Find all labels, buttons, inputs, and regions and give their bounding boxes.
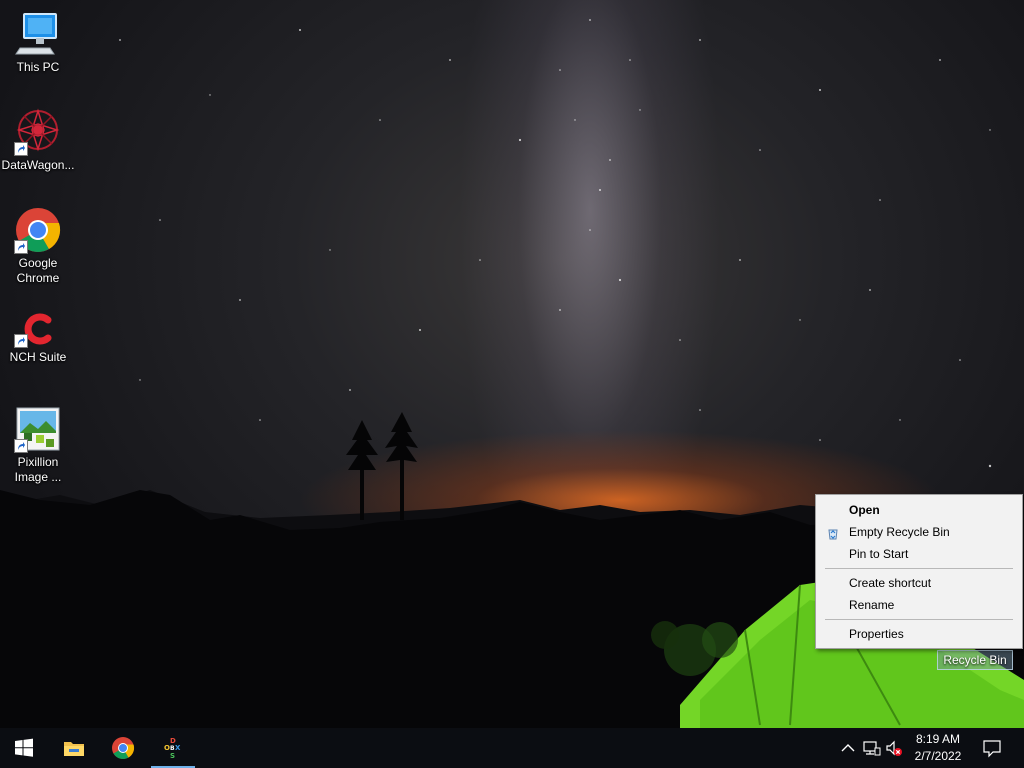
desktop-icon-label: Pixillion Image ... xyxy=(14,455,62,484)
taskbar-file-explorer[interactable] xyxy=(50,728,98,768)
svg-text:B: B xyxy=(170,745,175,752)
desktop-icon-label: This PC xyxy=(16,60,60,74)
desktop-icon-pixillion[interactable]: Pixillion Image ... xyxy=(0,405,76,485)
svg-text:X: X xyxy=(175,744,181,752)
menu-item-label: Create shortcut xyxy=(849,576,932,590)
menu-separator xyxy=(825,568,1013,569)
menu-item-label: Open xyxy=(849,503,880,517)
show-hidden-icons-chevron-icon[interactable] xyxy=(838,738,858,758)
shortcut-arrow-icon xyxy=(14,439,28,453)
menu-item-empty-recycle-bin[interactable]: Empty Recycle Bin xyxy=(816,521,1022,543)
menu-item-create-shortcut[interactable]: Create shortcut xyxy=(816,572,1022,594)
desktop-icon-label: NCH Suite xyxy=(9,350,67,364)
desktop-icon-nch-suite[interactable]: NCH Suite xyxy=(0,310,76,365)
shortcut-arrow-icon xyxy=(14,334,28,348)
desktop-icon-datawagon[interactable]: DataWagon... xyxy=(0,108,76,173)
empty-recycle-bin-icon xyxy=(826,525,840,540)
nch-suite-icon xyxy=(14,310,62,348)
menu-item-label: Properties xyxy=(849,627,904,641)
taskbar-chrome[interactable] xyxy=(99,728,147,768)
datawagon-icon xyxy=(14,108,62,156)
context-menu: Open Empty Recycle Bin Pin to Start Crea… xyxy=(815,494,1023,649)
desktop-icon-label: DataWagon... xyxy=(1,158,75,172)
system-clock[interactable]: 8:19 AM 2/7/2022 xyxy=(904,731,972,765)
menu-item-label: Pin to Start xyxy=(849,547,909,561)
this-pc-icon xyxy=(14,10,62,58)
start-button[interactable] xyxy=(0,728,48,768)
menu-separator xyxy=(825,619,1013,620)
clock-date: 2/7/2022 xyxy=(914,749,962,763)
shortcut-arrow-icon xyxy=(14,240,28,254)
desktop-icon-google-chrome[interactable]: Google Chrome xyxy=(0,206,76,286)
menu-item-properties[interactable]: Properties xyxy=(816,623,1022,645)
desktop-icon-label: Google Chrome xyxy=(16,256,60,285)
pixillion-icon xyxy=(14,405,62,453)
clock-time: 8:19 AM xyxy=(915,732,961,746)
menu-item-rename[interactable]: Rename xyxy=(816,594,1022,616)
svg-text:S: S xyxy=(170,752,175,760)
menu-item-label: Empty Recycle Bin xyxy=(849,525,950,539)
menu-item-label: Rename xyxy=(849,598,895,612)
taskbar-dosbox[interactable]: D O X S B xyxy=(149,728,197,768)
menu-item-pin-to-start[interactable]: Pin to Start xyxy=(816,543,1022,565)
notifications-icon[interactable] xyxy=(982,738,1002,758)
chrome-icon xyxy=(14,206,62,254)
recycle-bin-label[interactable]: Recycle Bin xyxy=(937,650,1013,670)
shortcut-arrow-icon xyxy=(14,142,28,156)
volume-muted-icon[interactable] xyxy=(884,738,904,758)
taskbar: D O X S B 8:19 AM 2/7/2022 xyxy=(0,728,1024,768)
menu-item-open[interactable]: Open xyxy=(816,499,1022,521)
desktop-icon-this-pc[interactable]: This PC xyxy=(0,10,76,75)
network-icon[interactable] xyxy=(861,738,881,758)
